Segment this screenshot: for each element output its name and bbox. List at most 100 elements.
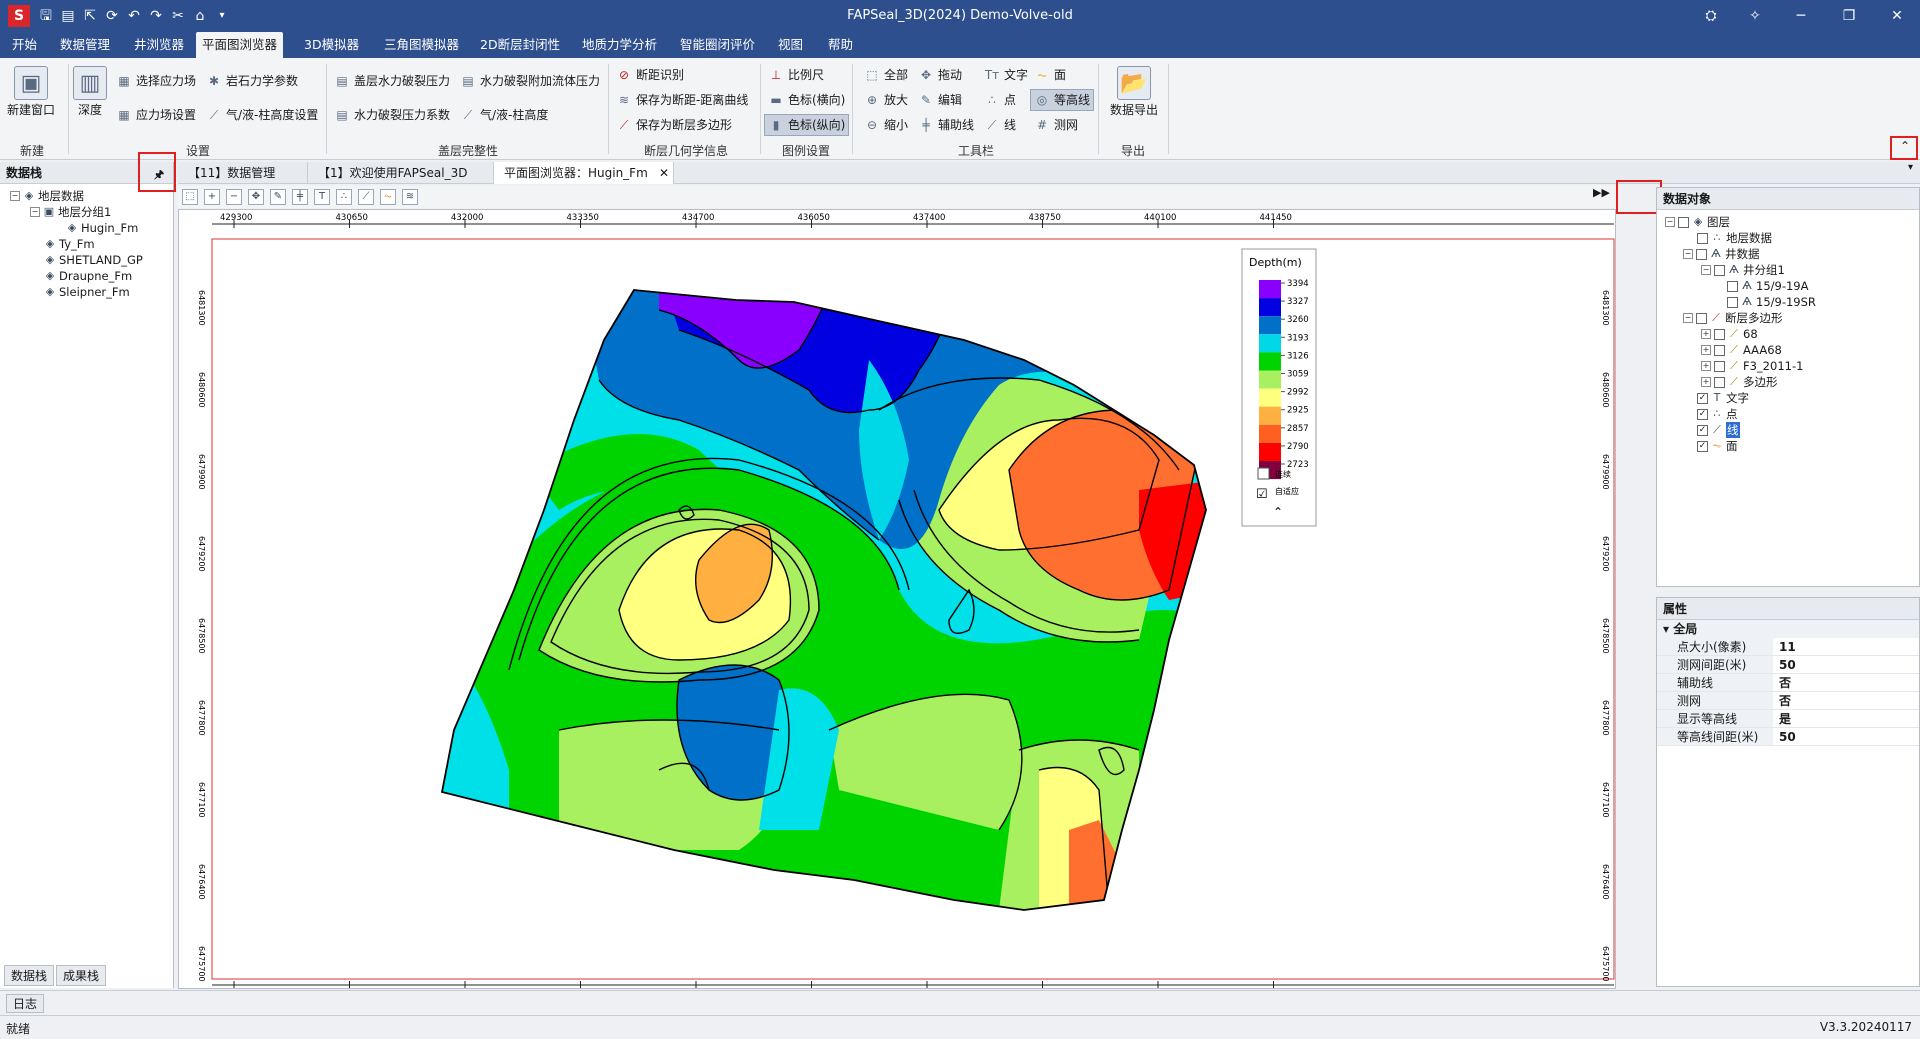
properties-section[interactable]: ▾ 全局 xyxy=(1657,620,1919,638)
checkbox[interactable] xyxy=(1727,280,1738,292)
expand-right-panel-icon[interactable]: ▶▶ xyxy=(1593,186,1610,199)
gas-liquid-height-settings-button[interactable]: ⟋ 气/液-柱高度设置 xyxy=(206,104,319,126)
zoom-out-button[interactable]: ⊖ 缩小 xyxy=(864,114,908,136)
line-button[interactable]: ⟋ 线 xyxy=(984,114,1016,136)
maximize-icon[interactable]: ❐ xyxy=(1834,4,1864,28)
section-collapse-icon[interactable]: ▾ xyxy=(1663,622,1669,636)
menu-triangle-simulator[interactable]: 三角图模拟器 xyxy=(378,32,465,58)
contour-button[interactable]: ◎ 等高线 xyxy=(1030,89,1095,111)
fit-icon[interactable]: ⬚ xyxy=(182,189,198,205)
menu-2d-fault-seal[interactable]: 2D断层封闭性 xyxy=(474,32,566,58)
caprock-frac-button[interactable]: ▤ 盖层水力破裂压力 xyxy=(334,70,450,92)
aux-line-icon[interactable]: ╪ xyxy=(292,189,308,205)
obj-text[interactable]: ✓ T 文字 xyxy=(1657,390,1919,406)
menu-help[interactable]: 帮助 xyxy=(822,32,859,58)
drag-button[interactable]: ✥ 拖动 xyxy=(918,64,962,86)
tree-node-sleipner[interactable]: ◈ Sleipner_Fm xyxy=(0,284,173,300)
checkbox[interactable] xyxy=(1678,216,1689,228)
checkbox[interactable] xyxy=(1697,232,1708,244)
legend-collapse-icon[interactable]: ⌃ xyxy=(1273,505,1283,519)
checkbox[interactable] xyxy=(1714,360,1725,372)
mesh-button[interactable]: # 测网 xyxy=(1034,114,1078,136)
checkbox[interactable] xyxy=(1714,344,1725,356)
tab-welcome[interactable]: 【1】欢迎使用FAPSeal_3D xyxy=(308,162,494,184)
property-value[interactable]: 否 xyxy=(1773,674,1791,691)
tab-data-stack[interactable]: 数据栈 xyxy=(4,965,55,986)
collapse-icon[interactable]: − xyxy=(30,207,40,217)
point-icon[interactable]: ∴ xyxy=(336,189,352,205)
contour-icon[interactable]: ≋ xyxy=(402,189,418,205)
property-value[interactable]: 50 xyxy=(1773,656,1796,673)
obj-point[interactable]: ✓ ∴ 点 xyxy=(1657,406,1919,422)
zoom-in-button[interactable]: ⊕ 放大 xyxy=(864,89,908,111)
text-button[interactable]: Tт 文字 xyxy=(984,64,1028,86)
gas-liquid-column-button[interactable]: ⟋ 气/液-柱高度 xyxy=(460,104,549,126)
expand-icon[interactable]: + xyxy=(1701,377,1711,387)
tree-node-hugin[interactable]: ◈ Hugin_Fm xyxy=(0,220,173,236)
log-tab[interactable]: 日志 xyxy=(6,994,45,1013)
map-view[interactable]: 429300 430650 432000 433350 434700 436050 4374… xyxy=(178,186,1616,1003)
checkbox[interactable] xyxy=(1714,376,1725,388)
rock-params-button[interactable]: ✱ 岩石力学参数 xyxy=(206,70,298,92)
property-value[interactable]: 否 xyxy=(1773,692,1791,709)
property-value[interactable]: 11 xyxy=(1773,638,1796,655)
obj-face[interactable]: ✓ ⏦ 面 xyxy=(1657,438,1919,454)
checkbox[interactable] xyxy=(1727,296,1738,308)
collapse-icon[interactable]: − xyxy=(1665,217,1675,227)
obj-fault-aaa68[interactable]: + ⟋ AAA68 xyxy=(1657,342,1919,358)
zoom-out-icon[interactable]: − xyxy=(226,189,242,205)
obj-well-19sr[interactable]: Ѧ 15/9-19SR xyxy=(1657,294,1919,310)
point-button[interactable]: ∴ 点 xyxy=(984,89,1016,111)
tree-node-shetland[interactable]: ◈ SHETLAND_GP xyxy=(0,252,173,268)
checkbox[interactable]: ✓ xyxy=(1697,440,1708,452)
obj-well-19a[interactable]: Ѧ 15/9-19A xyxy=(1657,278,1919,294)
obj-fault-f3[interactable]: + ⟋ F3_2011-1 xyxy=(1657,358,1919,374)
expand-icon[interactable]: + xyxy=(1701,345,1711,355)
collapse-icon[interactable]: − xyxy=(1683,313,1693,323)
property-row[interactable]: 等高线间距(米) 50 xyxy=(1657,728,1919,746)
obj-fault-polygon[interactable]: + ⟋ 多边形 xyxy=(1657,374,1919,390)
property-row[interactable]: 测网间距(米) 50 xyxy=(1657,656,1919,674)
save-fault-poly-button[interactable]: ⟋ 保存为断层多边形 xyxy=(616,114,732,136)
checkbox[interactable]: ✓ xyxy=(1697,392,1708,404)
checkbox[interactable]: ✓ xyxy=(1697,424,1708,436)
pan-icon[interactable]: ✥ xyxy=(248,189,264,205)
menu-trap-evaluation[interactable]: 智能圈闭评价 xyxy=(674,32,761,58)
menu-view[interactable]: 视图 xyxy=(772,32,809,58)
hydrofrac-add-button[interactable]: ▤ 水力破裂附加流体压力 xyxy=(460,70,600,92)
tab-overflow-icon[interactable]: ▾ xyxy=(1908,162,1913,173)
tab-map-hugin[interactable]: 平面图浏览器：Hugin_Fm ✕ xyxy=(494,162,674,184)
face-button[interactable]: ⏦ 面 xyxy=(1034,64,1066,86)
save-dist-curve-button[interactable]: ≋ 保存为断距-距离曲线 xyxy=(616,89,748,111)
edit-icon[interactable]: ✎ xyxy=(270,189,286,205)
expand-icon[interactable]: + xyxy=(1701,329,1711,339)
aux-line-button[interactable]: ╪ 辅助线 xyxy=(918,114,974,136)
minimize-icon[interactable]: ─ xyxy=(1786,4,1816,28)
menu-geomechanics[interactable]: 地质力学分析 xyxy=(576,32,663,58)
line-icon[interactable]: ⟋ xyxy=(358,189,374,205)
obj-line[interactable]: ✓ ⟋ 线 xyxy=(1657,422,1919,438)
close-icon[interactable]: ✕ xyxy=(1882,4,1912,28)
tree-node-group[interactable]: − ▣ 地层分组1 xyxy=(0,204,173,220)
colorbar-horizontal-button[interactable]: ▬ 色标(横向) xyxy=(768,89,845,111)
checkbox[interactable]: ✓ xyxy=(1697,408,1708,420)
collapse-icon[interactable]: − xyxy=(1683,249,1693,259)
menu-start[interactable]: 开始 xyxy=(6,32,43,58)
menu-3d-simulator[interactable]: 3D模拟器 xyxy=(298,32,365,58)
obj-layer[interactable]: − ◈ 图层 xyxy=(1657,214,1919,230)
menu-well-browser[interactable]: 井浏览器 xyxy=(128,32,190,58)
property-row[interactable]: 点大小(像素) 11 xyxy=(1657,638,1919,656)
depth-button[interactable]: ▥ 深度 xyxy=(73,66,107,118)
property-row[interactable]: 辅助线否 xyxy=(1657,674,1919,692)
obj-well-data[interactable]: − Ѧ 井数据 xyxy=(1657,246,1919,262)
colorbar-vertical-button[interactable]: ▮ 色标(纵向) xyxy=(764,114,850,136)
checkbox[interactable] xyxy=(1714,264,1725,276)
obj-fault-68[interactable]: + ⟋ 68 xyxy=(1657,326,1919,342)
obj-well-group[interactable]: − Ѧ 井分组1 xyxy=(1657,262,1919,278)
tab-result-stack[interactable]: 成果栈 xyxy=(56,965,107,986)
fault-detect-button[interactable]: ⊘ 断距识别 xyxy=(616,64,684,86)
checkbox[interactable] xyxy=(1714,328,1725,340)
obj-strata[interactable]: ∴ 地层数据 xyxy=(1657,230,1919,246)
menu-data-management[interactable]: 数据管理 xyxy=(54,32,116,58)
property-row[interactable]: 显示等高线是 xyxy=(1657,710,1919,728)
